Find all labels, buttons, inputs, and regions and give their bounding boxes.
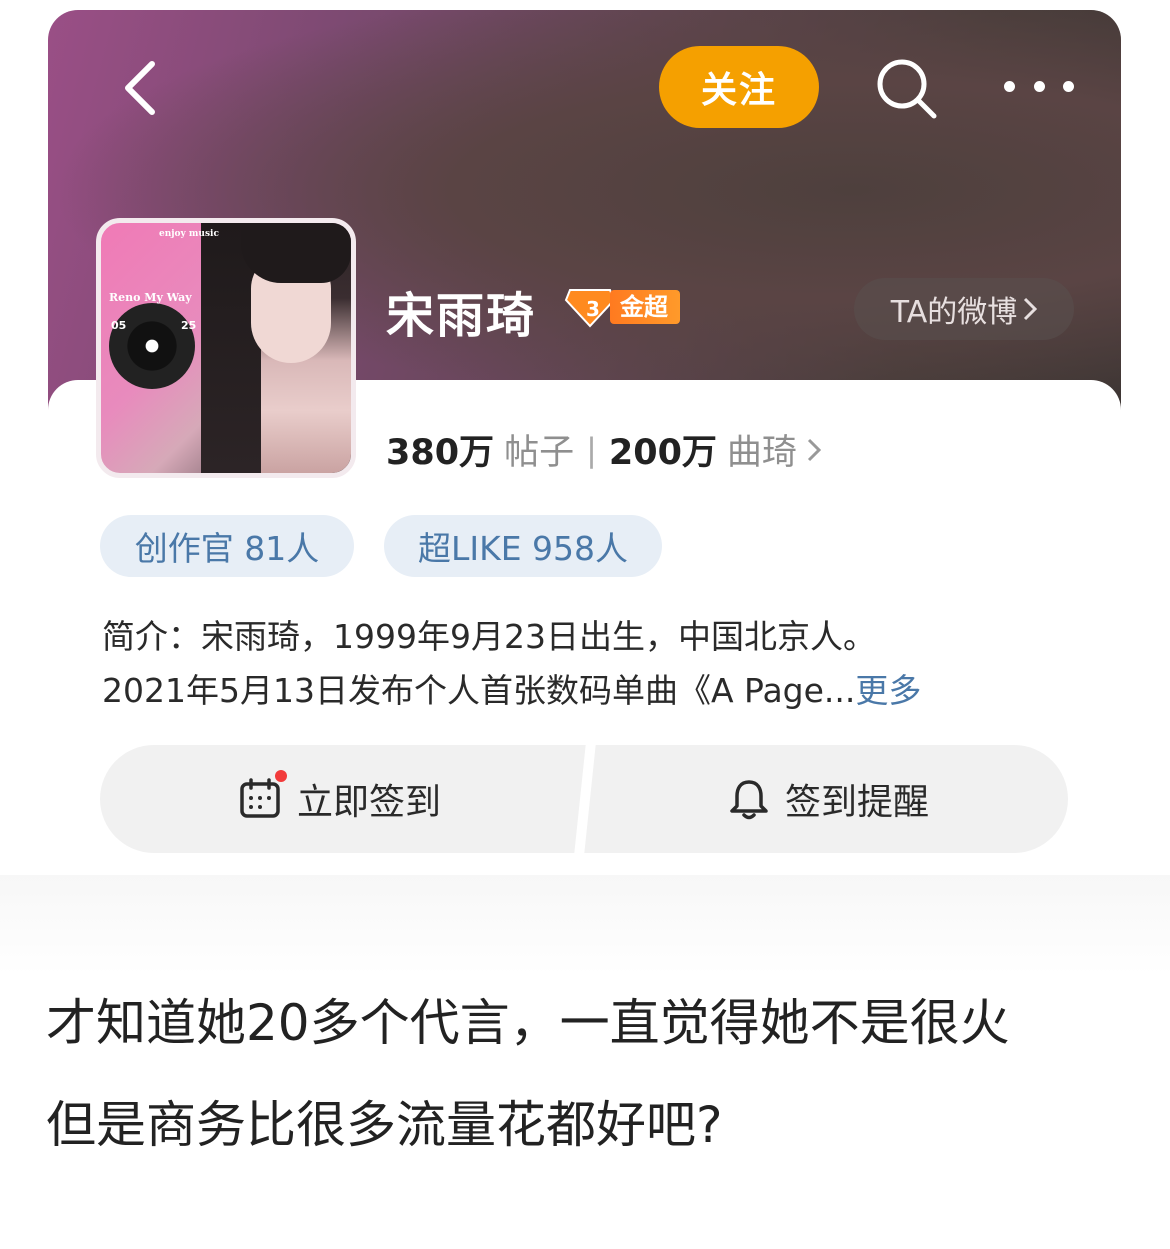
avatar[interactable]: enjoy music Reno My Way 05 25	[96, 218, 356, 478]
action-bar: 立即签到 签到提醒	[100, 745, 1068, 853]
badge-level: 3	[586, 297, 600, 321]
fans-count: 200万	[608, 433, 717, 473]
notification-dot	[274, 770, 287, 782]
chevron-right-icon	[807, 438, 821, 461]
checkin-label: 立即签到	[296, 782, 441, 823]
bio-line-1: 简介：宋雨琦，1999年9月23日出生，中国北京人。	[102, 617, 876, 656]
search-button[interactable]	[874, 56, 940, 122]
bio-more-link[interactable]: 更多	[855, 671, 921, 710]
checkin-button[interactable]: 立即签到	[100, 745, 580, 853]
faded-background-strip	[0, 875, 1170, 975]
chevron-left-icon	[125, 61, 155, 115]
fans-label: 曲琦	[726, 433, 797, 473]
bio-text: 简介：宋雨琦，1999年9月23日出生，中国北京人。 2021年5月13日发布个…	[102, 610, 1062, 718]
posts-label: 帖子	[504, 433, 575, 473]
super-like-pill[interactable]: 超LIKE 958人	[384, 515, 662, 577]
level-badge: 3 金超	[564, 286, 690, 328]
chevron-right-icon	[1024, 297, 1038, 321]
search-icon	[877, 59, 937, 119]
avatar-num-right: 25	[181, 319, 197, 332]
calendar-icon	[239, 770, 287, 820]
stats-divider: |	[586, 430, 597, 469]
vinyl-record-image	[109, 303, 195, 389]
bio-line-2: 2021年5月13日发布个人首张数码单曲《A Page...	[102, 671, 856, 710]
diamond-icon: 3	[564, 289, 616, 328]
reminder-label: 签到提醒	[784, 782, 929, 823]
bell-icon	[730, 780, 768, 820]
stats-row[interactable]: 380万 帖子 | 200万 曲琦	[386, 424, 821, 475]
avatar-text-top: enjoy music	[159, 229, 219, 239]
ta-weibo-label: TA的微博	[890, 295, 1018, 330]
back-button[interactable]	[110, 58, 170, 118]
more-icon[interactable]	[1004, 66, 1074, 106]
post-caption: 才知道她20多个代言，一直觉得她不是很火 但是商务比很多流量花都好吧?	[46, 972, 1136, 1176]
checkin-reminder-button[interactable]: 签到提醒	[590, 745, 1068, 853]
follow-button[interactable]: 关注	[659, 46, 819, 128]
topic-name: 宋雨琦	[386, 288, 537, 344]
ta-weibo-link[interactable]: TA的微博	[854, 278, 1074, 340]
posts-count: 380万	[386, 433, 495, 473]
creator-pill[interactable]: 创作官 81人	[100, 515, 354, 577]
avatar-text-title: Reno My Way	[109, 291, 192, 304]
avatar-num-left: 05	[111, 319, 127, 332]
badge-label: 金超	[610, 290, 680, 324]
caption-line-1: 才知道她20多个代言，一直觉得她不是很火	[46, 994, 1010, 1052]
supertopic-card: 关注 宋雨琦 3 金超 TA的微博 enjoy music Reno My Wa…	[48, 10, 1121, 870]
caption-line-2: 但是商务比很多流量花都好吧?	[46, 1096, 723, 1154]
